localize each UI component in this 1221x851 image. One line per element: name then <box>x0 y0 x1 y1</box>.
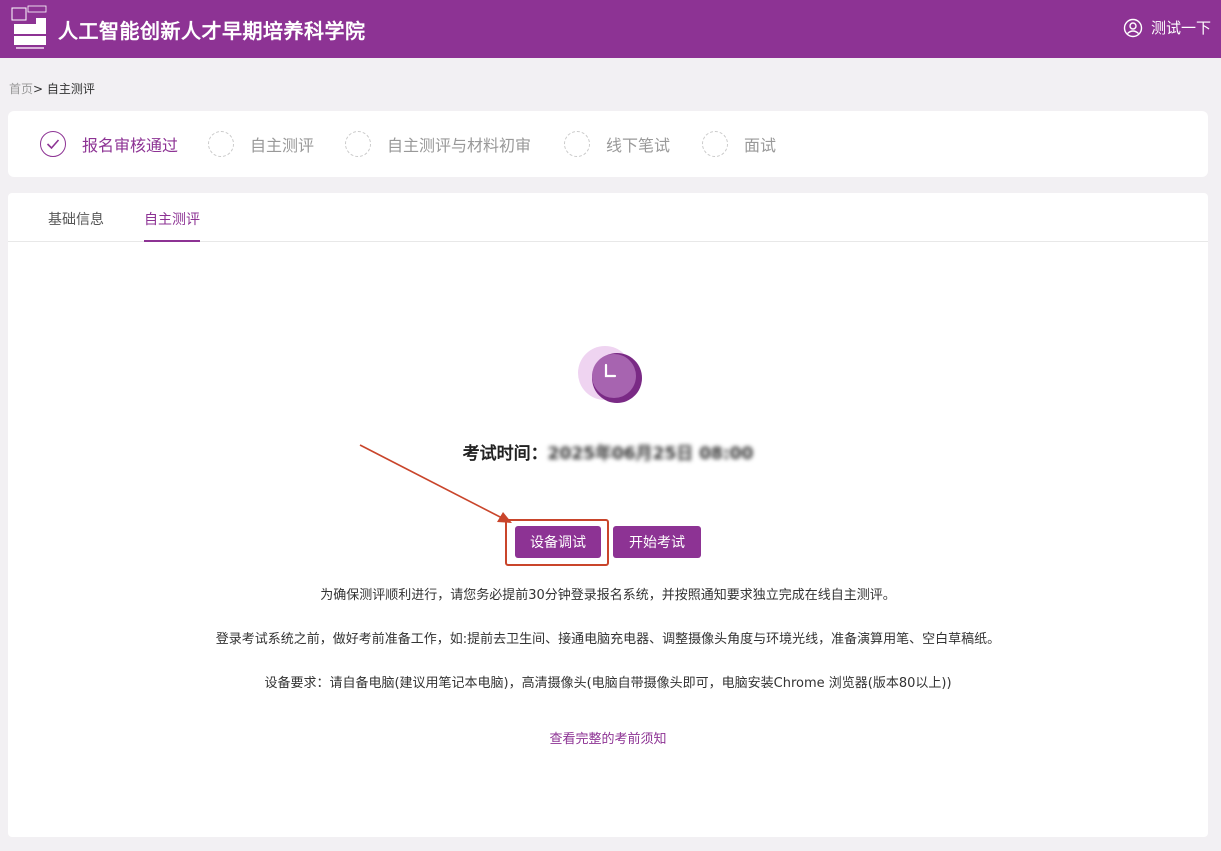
note-line-1: 为确保测评顺利进行，请您务必提前30分钟登录报名系统，并按照通知要求独立完成在线… <box>320 588 896 603</box>
step-label: 报名审核通过 <box>82 136 179 155</box>
step-label: 面试 <box>744 136 777 155</box>
exam-instructions-link[interactable]: 查看完整的考前须知 <box>8 728 1208 747</box>
note-line-3: 设备要求：请自备电脑(建议用笔记本电脑)，高清摄像头(电脑自带摄像头即可，电脑安… <box>264 676 952 691</box>
start-exam-button[interactable]: 开始考试 <box>613 526 701 558</box>
step-circle-icon <box>702 131 728 157</box>
user-name: 测试一下 <box>1150 19 1211 37</box>
note-line-2: 登录考试系统之前，做好考前准备工作，如:提前去卫生间、接通电脑充电器、调整摄像头… <box>215 632 1001 647</box>
user-icon <box>1123 18 1143 37</box>
main-panel: 基础信息 自主测评 考试时间：2025年06月25日 08:00 设备调试 开始… <box>8 193 1208 837</box>
step-label: 自主测评与材料初审 <box>387 136 532 155</box>
tab-self-assessment[interactable]: 自主测评 <box>144 209 200 242</box>
step-label: 自主测评 <box>250 136 315 155</box>
step-circle-icon <box>345 131 371 157</box>
breadcrumb-home[interactable]: 首页 <box>9 82 33 96</box>
logo-icon <box>11 5 47 49</box>
top-bar: 人工智能创新人才早期培养科学院 测试一下 <box>0 0 1221 58</box>
check-circle-icon <box>40 131 66 157</box>
step-label: 线下笔试 <box>606 136 671 155</box>
user-menu[interactable]: 测试一下 <box>1123 17 1211 38</box>
step-interview: 面试 <box>702 130 776 158</box>
step-self-assessment: 自主测评 <box>208 130 314 158</box>
exam-time-value: 2025年06月25日 08:00 <box>547 444 754 464</box>
exam-time: 考试时间：2025年06月25日 08:00 <box>8 439 1208 464</box>
breadcrumb-current: 自主测评 <box>46 82 95 96</box>
annotation-arrow-icon <box>359 444 512 523</box>
progress-steps: 报名审核通过 自主测评 自主测评与材料初审 线下笔试 面试 <box>8 111 1208 177</box>
step-circle-icon <box>564 131 590 157</box>
tab-basic-info[interactable]: 基础信息 <box>48 209 104 242</box>
step-material-review: 自主测评与材料初审 <box>345 130 531 158</box>
tab-bar: 基础信息 自主测评 <box>8 193 1208 242</box>
step-circle-icon <box>208 131 234 157</box>
device-test-button[interactable]: 设备调试 <box>515 526 601 558</box>
breadcrumb-separator: > <box>33 82 47 96</box>
step-registration-approved: 报名审核通过 <box>40 130 178 158</box>
breadcrumb: 首页> 自主测评 <box>9 80 95 97</box>
site-title: 人工智能创新人才早期培养科学院 <box>58 19 366 43</box>
clock-icon <box>578 346 642 403</box>
step-written-exam: 线下笔试 <box>564 130 670 158</box>
